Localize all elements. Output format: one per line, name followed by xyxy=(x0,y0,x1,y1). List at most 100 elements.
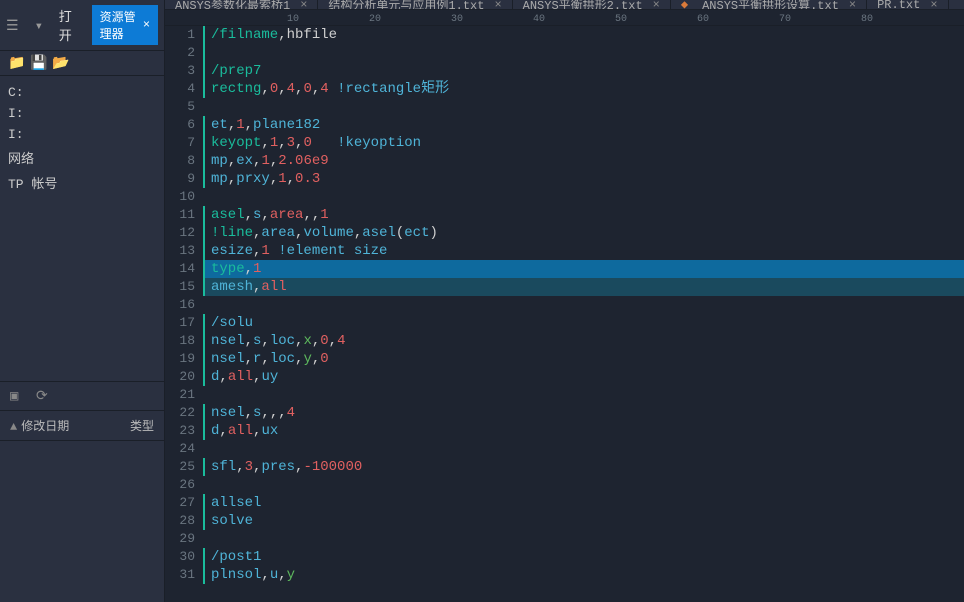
token: area xyxy=(261,225,295,241)
disk-icon[interactable]: 💾 xyxy=(30,55,46,71)
code-line[interactable] xyxy=(203,386,964,404)
col-modified[interactable]: 修改日期 xyxy=(21,420,69,434)
token: nsel xyxy=(211,333,245,349)
code-line[interactable]: plnsol,u,y xyxy=(203,566,964,584)
code-line[interactable]: amesh,all xyxy=(203,278,964,296)
code-line[interactable]: sfl,3,pres,-100000 xyxy=(203,458,964,476)
code-line[interactable]: /solu xyxy=(203,314,964,332)
change-marker xyxy=(203,512,205,530)
columns-header: ▲ 修改日期 类型 xyxy=(0,411,164,441)
tab-close-icon[interactable]: × xyxy=(849,0,856,10)
token: /filname xyxy=(211,27,278,43)
editor-tab[interactable]: ANSYS参数化最索桥1× xyxy=(165,0,318,9)
change-marker xyxy=(203,26,205,44)
editor-tab[interactable]: 结构分析单元与应用例1.txt× xyxy=(318,0,512,9)
new-folder-icon[interactable]: 📂 xyxy=(52,55,68,71)
code-line[interactable]: rectng,0,4,0,4 !rectangle矩形 xyxy=(203,80,964,98)
token: 1 xyxy=(278,171,286,187)
file-tree: C: I: I: 网络 TP 帐号 xyxy=(0,76,164,201)
code-line[interactable]: /filname,hbfile xyxy=(203,26,964,44)
line-number: 28 xyxy=(165,512,195,530)
token: , xyxy=(245,207,253,223)
tree-item[interactable]: C: xyxy=(8,82,156,103)
dropdown-icon[interactable]: ▾ xyxy=(35,18,45,32)
code-line[interactable]: nsel,r,loc,y,0 xyxy=(203,350,964,368)
token: , xyxy=(312,351,320,367)
change-marker xyxy=(203,224,205,242)
token: 3 xyxy=(245,459,253,475)
refresh-icon[interactable]: ⟳ xyxy=(36,388,52,404)
line-number: 27 xyxy=(165,494,195,512)
code-line[interactable]: mp,ex,1,2.06e9 xyxy=(203,152,964,170)
token: solve xyxy=(211,513,253,529)
ruler: 1020304050607080 xyxy=(165,10,964,26)
token: uy xyxy=(261,369,278,385)
line-number: 25 xyxy=(165,458,195,476)
code-area[interactable]: /filname,hbfile/prep7rectng,0,4,0,4 !rec… xyxy=(203,26,964,602)
code-line[interactable] xyxy=(203,44,964,62)
tree-item[interactable]: I: xyxy=(8,103,156,124)
tab-label: ANSYS平衡拱形设算.txt xyxy=(702,0,839,10)
code-line[interactable]: d,all,uy xyxy=(203,368,964,386)
token: , xyxy=(261,81,269,97)
token: , xyxy=(287,171,295,187)
code-line[interactable]: !line,area,volume,asel(ect) xyxy=(203,224,964,242)
line-number: 1 xyxy=(165,26,195,44)
open-button[interactable]: 打开 xyxy=(53,4,84,46)
line-number: 19 xyxy=(165,350,195,368)
token: u xyxy=(270,567,278,583)
code-line[interactable]: asel,s,area,,1 xyxy=(203,206,964,224)
code-line[interactable] xyxy=(203,296,964,314)
code-line[interactable]: d,all,ux xyxy=(203,422,964,440)
line-number: 29 xyxy=(165,530,195,548)
tab-close-icon[interactable]: × xyxy=(494,0,501,10)
token: , xyxy=(354,225,362,241)
sort-arrow-icon[interactable]: ▲ xyxy=(10,420,17,434)
code-line[interactable]: keyopt,1,3,0 !keyoption xyxy=(203,134,964,152)
code-line[interactable] xyxy=(203,188,964,206)
token: /post1 xyxy=(211,549,261,565)
close-icon[interactable]: × xyxy=(143,18,150,32)
resource-manager-button[interactable]: 资源管理器 × xyxy=(92,5,158,45)
token: 4 xyxy=(287,81,295,97)
tab-close-icon[interactable]: × xyxy=(653,0,660,10)
tree-item[interactable]: 网络 xyxy=(8,145,156,170)
code-line[interactable]: allsel xyxy=(203,494,964,512)
token: 0.3 xyxy=(295,171,320,187)
ruler-mark: 70 xyxy=(779,14,791,25)
code-line[interactable]: esize,1 !element size xyxy=(203,242,964,260)
code-line[interactable]: /prep7 xyxy=(203,62,964,80)
change-marker xyxy=(203,242,205,260)
menu-icon[interactable]: ☰ xyxy=(6,18,19,32)
editor-tab[interactable]: PR.txt× xyxy=(867,0,948,9)
code-line[interactable]: et,1,plane182 xyxy=(203,116,964,134)
tree-item[interactable]: I: xyxy=(8,124,156,145)
line-number: 20 xyxy=(165,368,195,386)
tab-close-icon[interactable]: × xyxy=(300,0,307,10)
token: , xyxy=(245,261,253,277)
ruler-mark: 50 xyxy=(615,14,627,25)
code-line[interactable]: solve xyxy=(203,512,964,530)
token: , xyxy=(228,117,236,133)
code-line[interactable] xyxy=(203,440,964,458)
folder-icon[interactable]: 📁 xyxy=(8,55,24,71)
code-line[interactable]: nsel,s,,,4 xyxy=(203,404,964,422)
editor-tab[interactable]: ANSYS平衡拱形2.txt× xyxy=(513,0,671,9)
editor-tab[interactable]: ANSYS平衡拱形设算.txt × xyxy=(671,0,867,9)
tab-close-icon[interactable]: × xyxy=(930,0,937,10)
code-line[interactable] xyxy=(203,98,964,116)
tree-item[interactable]: TP 帐号 xyxy=(8,170,156,195)
code-line[interactable]: nsel,s,loc,x,0,4 xyxy=(203,332,964,350)
code-line[interactable]: type,1 xyxy=(203,260,964,278)
token: , xyxy=(219,369,227,385)
code-line[interactable] xyxy=(203,530,964,548)
token: 1 xyxy=(261,243,269,259)
ruler-mark: 60 xyxy=(697,14,709,25)
code-line[interactable]: mp,prxy,1,0.3 xyxy=(203,170,964,188)
shell-icon[interactable]: ▣ xyxy=(10,388,26,404)
code-line[interactable] xyxy=(203,476,964,494)
col-type[interactable]: 类型 xyxy=(130,417,154,434)
ruler-mark: 10 xyxy=(287,14,299,25)
code-line[interactable]: /post1 xyxy=(203,548,964,566)
token: asel xyxy=(362,225,396,241)
